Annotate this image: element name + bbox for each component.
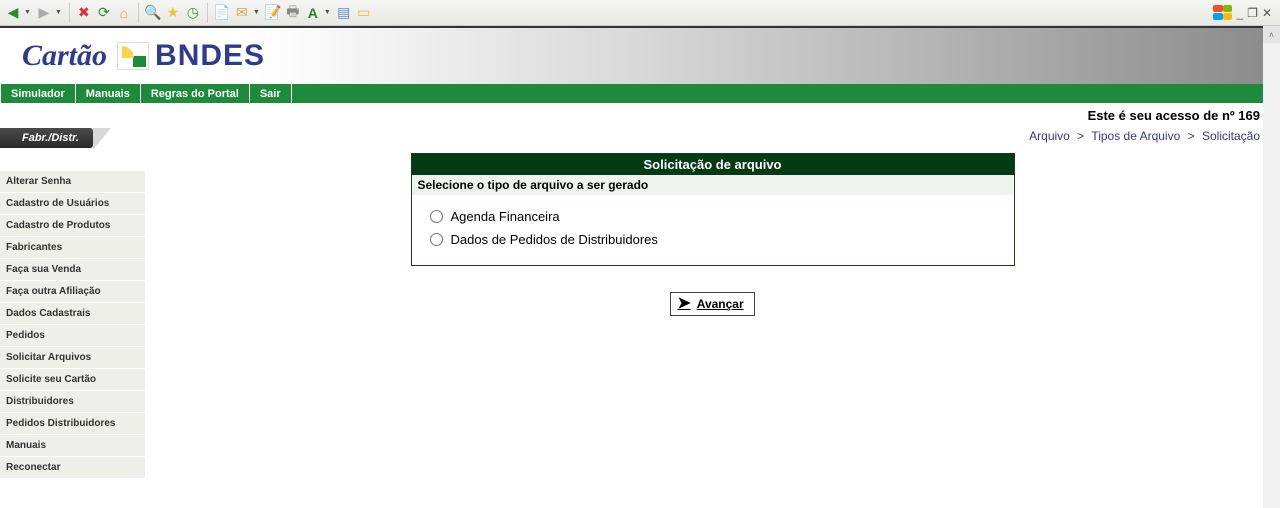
window-close[interactable]: ✕ xyxy=(1262,6,1272,20)
search-icon[interactable]: 🔍 xyxy=(144,4,162,22)
advance-button[interactable]: ➤ Avançar xyxy=(670,292,754,316)
menu-manuais[interactable]: Manuais xyxy=(76,84,141,103)
access-prefix: Este é seu acesso de nº xyxy=(1088,108,1239,123)
forward-arrow-icon: ➤ xyxy=(677,296,690,312)
sidebar-item-solicite-cartao[interactable]: Solicite seu Cartão xyxy=(0,369,145,391)
mail-icon[interactable]: ✉ xyxy=(233,4,251,22)
sidebar-header: Fabr./Distr. xyxy=(0,125,145,151)
toolbar-separator xyxy=(207,3,208,23)
sidebar-item-pedidos[interactable]: Pedidos xyxy=(0,325,145,347)
edit-icon[interactable]: 📝 xyxy=(264,4,282,22)
sidebar-item-pedidos-distribuidores[interactable]: Pedidos Distribuidores xyxy=(0,413,145,435)
access-counter: Este é seu acesso de nº 169 xyxy=(0,103,1280,125)
back-icon[interactable]: ◀ xyxy=(4,4,22,22)
forward-dropdown[interactable]: ▼ xyxy=(55,9,62,16)
menu-sair[interactable]: Sair xyxy=(250,84,292,103)
access-number: 169 xyxy=(1238,108,1260,123)
stop-icon[interactable]: ✖ xyxy=(75,4,93,22)
sidebar-tab: Fabr./Distr. xyxy=(0,128,93,148)
panel-title: Solicitação de arquivo xyxy=(412,154,1014,175)
forward-icon[interactable]: ▶ xyxy=(35,4,53,22)
sidebar-item-cadastro-usuarios[interactable]: Cadastro de Usuários xyxy=(0,193,145,215)
breadcrumb: Arquivo > Tipos de Arquivo > Solicitação xyxy=(165,125,1260,153)
home-icon[interactable]: ⌂ xyxy=(115,4,133,22)
breadcrumb-separator: > xyxy=(1188,129,1195,143)
tool-icon[interactable]: ▤ xyxy=(335,4,353,22)
browser-toolbar: ◀ ▼ ▶ ▼ ✖ ⟳ ⌂ 🔍 ★ ◷ 📄 ✉ ▼ 📝 🖶 A ▼ ▤ ▭ _ … xyxy=(0,0,1280,26)
breadcrumb-separator: > xyxy=(1077,129,1084,143)
sidebar-item-alterar-senha[interactable]: Alterar Senha xyxy=(0,171,145,193)
radio-label: Agenda Financeira xyxy=(451,209,560,224)
radio-option-agenda[interactable]: Agenda Financeira xyxy=(430,205,1008,228)
sidebar-item-dados-cadastrais[interactable]: Dados Cadastrais xyxy=(0,303,145,325)
radio-option-dados[interactable]: Dados de Pedidos de Distribuidores xyxy=(430,228,1008,251)
window-minimize[interactable]: _ xyxy=(1236,6,1243,20)
breadcrumb-item[interactable]: Solicitação xyxy=(1202,129,1260,143)
vertical-scrollbar[interactable]: ˄ xyxy=(1263,26,1280,508)
refresh-icon[interactable]: ⟳ xyxy=(95,4,113,22)
brand-cartao-text: Cartão xyxy=(22,39,107,73)
history-icon[interactable]: ◷ xyxy=(184,4,202,22)
brand-bar: Cartão BNDES xyxy=(0,26,1280,84)
sidebar-item-solicitar-arquivos[interactable]: Solicitar Arquivos xyxy=(0,347,145,369)
menu-simulador[interactable]: Simulador xyxy=(0,84,76,103)
panel-body: Agenda Financeira Dados de Pedidos de Di… xyxy=(412,195,1014,265)
sidebar-list: Alterar Senha Cadastro de Usuários Cadas… xyxy=(0,171,145,479)
scroll-up-icon[interactable]: ˄ xyxy=(1263,26,1280,43)
sidebar-item-faca-venda[interactable]: Faça sua Venda xyxy=(0,259,145,281)
breadcrumb-item[interactable]: Arquivo xyxy=(1029,129,1070,143)
sidebar-item-reconectar[interactable]: Reconectar xyxy=(0,457,145,479)
font-dropdown[interactable]: ▼ xyxy=(324,9,331,16)
brand-logo-icon xyxy=(117,42,149,70)
toolbar-separator xyxy=(138,3,139,23)
windows-flag-icon xyxy=(1213,5,1232,21)
advance-label: Avançar xyxy=(697,297,744,311)
sidebar: Fabr./Distr. Alterar Senha Cadastro de U… xyxy=(0,125,145,479)
sidebar-item-faca-afiliacao[interactable]: Faça outra Afiliação xyxy=(0,281,145,303)
sidebar-item-cadastro-produtos[interactable]: Cadastro de Produtos xyxy=(0,215,145,237)
radio-input-agenda[interactable] xyxy=(430,210,443,223)
font-size-icon[interactable]: A xyxy=(304,4,322,22)
copy-icon[interactable]: 📄 xyxy=(213,4,231,22)
toolbar-separator xyxy=(69,3,70,23)
sidebar-item-manuais[interactable]: Manuais xyxy=(0,435,145,457)
sidebar-item-distribuidores[interactable]: Distribuidores xyxy=(0,391,145,413)
window-restore[interactable]: ❐ xyxy=(1247,6,1258,20)
panel-subtitle: Selecione o tipo de arquivo a ser gerado xyxy=(412,175,1014,195)
sidebar-item-fabricantes[interactable]: Fabricantes xyxy=(0,237,145,259)
breadcrumb-item[interactable]: Tipos de Arquivo xyxy=(1091,129,1180,143)
print-icon[interactable]: 🖶 xyxy=(284,4,302,22)
brand-bndes-text: BNDES xyxy=(155,39,265,73)
main-menu: Simulador Manuais Regras do Portal Sair xyxy=(0,84,1280,103)
back-dropdown[interactable]: ▼ xyxy=(24,9,31,16)
main-content: Arquivo > Tipos de Arquivo > Solicitação… xyxy=(145,125,1280,479)
favorites-icon[interactable]: ★ xyxy=(164,4,182,22)
note-icon[interactable]: ▭ xyxy=(355,4,373,22)
menu-regras[interactable]: Regras do Portal xyxy=(141,84,250,103)
radio-input-dados[interactable] xyxy=(430,233,443,246)
radio-label: Dados de Pedidos de Distribuidores xyxy=(451,232,658,247)
mail-dropdown[interactable]: ▼ xyxy=(253,9,260,16)
file-request-panel: Solicitação de arquivo Selecione o tipo … xyxy=(411,153,1015,266)
